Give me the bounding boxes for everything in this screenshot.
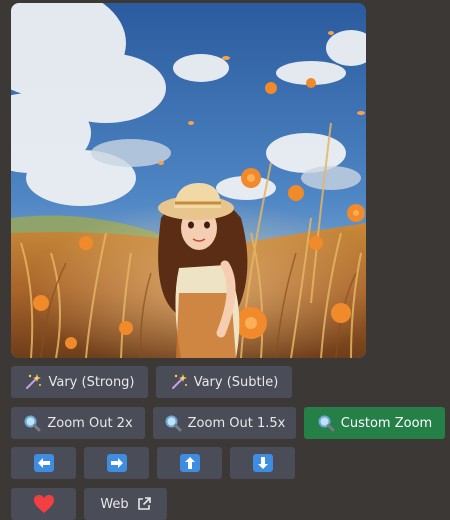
magnifier-icon [164,414,182,432]
heart-icon [33,494,55,514]
pan-up-button[interactable] [157,447,222,479]
zoom-out-2x-label: Zoom Out 2x [47,415,133,431]
external-link-icon [137,497,151,511]
arrow-up-icon [179,454,200,472]
pan-right-button[interactable] [84,447,149,479]
vary-strong-button[interactable]: Vary (Strong) [11,366,148,398]
vary-subtle-label: Vary (Subtle) [193,374,279,390]
pan-down-button[interactable] [230,447,295,479]
arrow-left-icon [33,454,54,472]
vary-strong-label: Vary (Strong) [48,374,135,390]
arrow-down-icon [252,454,273,472]
web-button[interactable]: Web [84,488,167,520]
zoom-out-2x-button[interactable]: Zoom Out 2x [11,407,145,439]
web-label: Web [100,496,129,512]
magic-wand-icon [170,373,188,391]
magic-wand-icon [24,373,42,391]
favorite-button[interactable] [11,488,76,520]
zoom-out-1-5x-button[interactable]: Zoom Out 1.5x [153,407,296,439]
arrow-right-icon [106,454,127,472]
generated-image[interactable] [11,3,366,358]
magnifier-icon [23,414,41,432]
magnifier-icon [317,414,335,432]
zoom-out-1-5x-label: Zoom Out 1.5x [187,415,286,431]
generated-image-artwork [11,3,366,358]
custom-zoom-label: Custom Zoom [340,415,433,431]
pan-left-button[interactable] [11,447,76,479]
custom-zoom-button[interactable]: Custom Zoom [304,407,445,439]
vary-subtle-button[interactable]: Vary (Subtle) [156,366,292,398]
